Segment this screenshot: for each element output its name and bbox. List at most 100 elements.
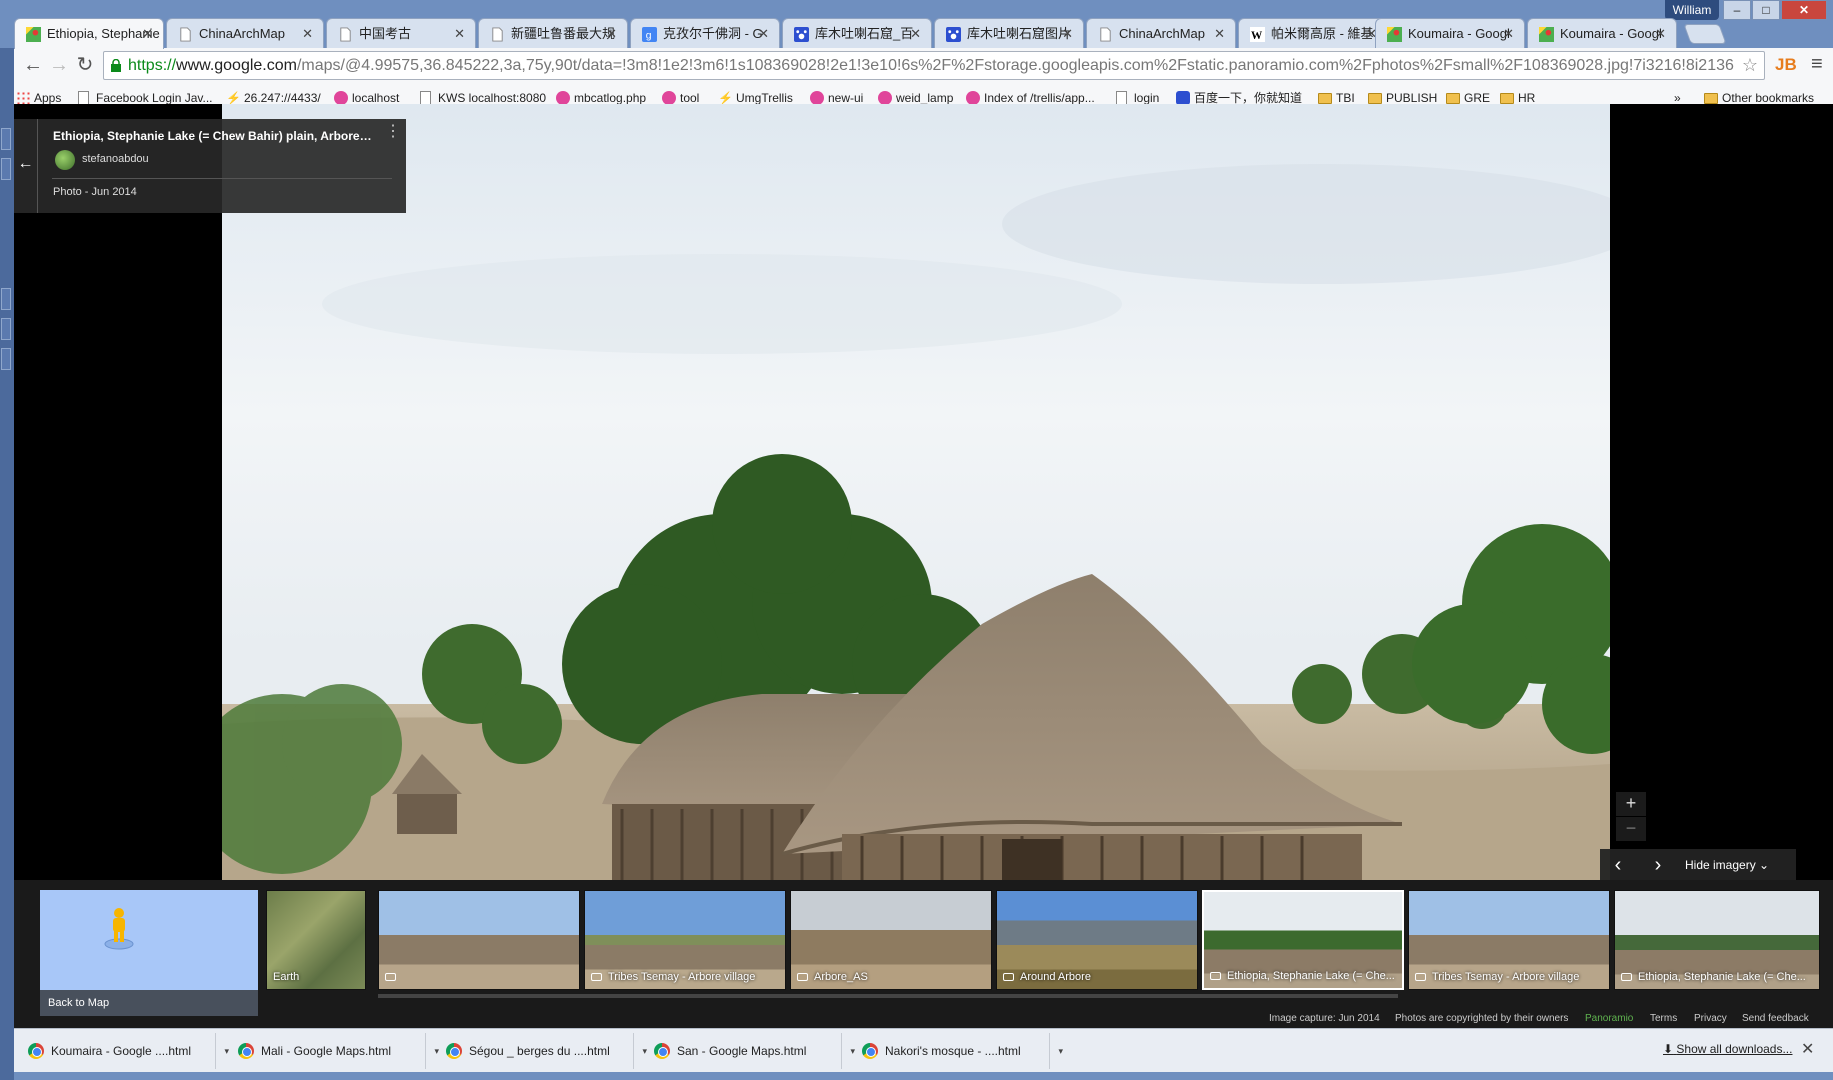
download-filename: San - Google Maps.html [677, 1044, 807, 1058]
extension-jb-button[interactable]: JB [1775, 55, 1797, 75]
bookmark-label: TBI [1336, 91, 1355, 105]
close-icon[interactable]: ✕ [1801, 1039, 1814, 1059]
close-icon[interactable]: ✕ [142, 19, 153, 49]
thumb-label [385, 971, 402, 983]
back-arrow-icon[interactable]: ← [20, 52, 46, 78]
tab-turpan[interactable]: 新疆吐鲁番最大规 ✕ [478, 18, 628, 48]
photo-title[interactable]: Ethiopia, Stephanie Lake (= Chew Bahir) … [53, 129, 373, 143]
filmstrip-item-photo[interactable]: Around Arbore [996, 890, 1198, 990]
tab-ethiopia[interactable]: Ethiopia, Stephanie ✕ [14, 18, 164, 49]
page-icon [1100, 27, 1111, 42]
new-tab-button[interactable] [1683, 24, 1727, 44]
next-photo-button[interactable]: › [1648, 853, 1668, 877]
panoramio-photo[interactable] [222, 104, 1610, 880]
filmstrip-item-earth[interactable]: Earth [266, 890, 366, 990]
filmstrip-item-photo[interactable]: Tribes Tsemay - Arbore village [1408, 890, 1610, 990]
close-icon[interactable]: ✕ [1062, 19, 1073, 48]
thumb-label: Around Arbore [1003, 971, 1091, 983]
photo-author[interactable]: stefanoabdou [82, 153, 149, 165]
author-avatar[interactable] [55, 150, 75, 170]
terms-link[interactable]: Terms [1650, 1013, 1677, 1024]
download-item[interactable]: Mali - Google Maps.html ▾ [230, 1033, 439, 1069]
pink-circle-icon [334, 91, 348, 105]
close-icon[interactable]: ✕ [758, 19, 769, 48]
thumb-label: Tribes Tsemay - Arbore village [1415, 971, 1579, 983]
bookmark-label: Index of /trellis/app... [984, 91, 1095, 105]
hamburger-menu-icon[interactable]: ≡ [1811, 53, 1823, 76]
tab-koumaira-1[interactable]: Koumaira - Googl ✕ [1375, 18, 1525, 48]
back-arrow-icon[interactable]: ← [14, 119, 38, 213]
filmstrip-item-photo[interactable] [378, 890, 580, 990]
filmstrip-scrollbar[interactable] [378, 994, 1398, 998]
download-filename: Nakori's mosque - ....html [885, 1044, 1021, 1058]
filmstrip-item-photo[interactable]: Ethiopia, Stephanie Lake (= Che... [1614, 890, 1820, 990]
send-feedback-link[interactable]: Send feedback [1742, 1013, 1809, 1024]
close-icon[interactable]: ✕ [302, 19, 313, 48]
tab-chinaarchmap-2[interactable]: ChinaArchMap ✕ [1086, 18, 1236, 48]
minimize-button[interactable]: – [1723, 0, 1751, 20]
camera-icon [1003, 973, 1014, 981]
close-icon[interactable]: ✕ [454, 19, 465, 48]
forward-arrow-icon[interactable]: → [46, 52, 72, 78]
filmstrip-item-photo[interactable]: Arbore_AS [790, 890, 992, 990]
thumb-label: Tribes Tsemay - Arbore village [591, 971, 755, 983]
pink-circle-icon [878, 91, 892, 105]
reload-icon[interactable]: ↻ [72, 52, 98, 78]
folder-icon [1446, 93, 1460, 104]
close-icon[interactable]: ✕ [1655, 19, 1666, 48]
folder-icon [1318, 93, 1332, 104]
back-to-map-thumb[interactable]: Back to Map [40, 890, 258, 1016]
close-icon[interactable]: ✕ [1503, 19, 1514, 48]
download-item[interactable]: Ségou _ berges du ....html ▾ [438, 1033, 647, 1069]
close-icon[interactable]: ✕ [1214, 19, 1225, 48]
tab-chinaarchmap[interactable]: ChinaArchMap ✕ [166, 18, 324, 48]
privacy-link[interactable]: Privacy [1694, 1013, 1727, 1024]
divider [52, 178, 392, 179]
thumb-label: Ethiopia, Stephanie Lake (= Che... [1210, 970, 1395, 982]
tab-pamir[interactable]: W 帕米爾高原 - 維基 ✕ [1238, 18, 1388, 48]
tab-kizil[interactable]: g 克孜尔千佛洞 - G ✕ [630, 18, 780, 48]
chevron-down-icon[interactable]: ▾ [1058, 1033, 1063, 1069]
desktop-edge [0, 48, 14, 1080]
thumb-text: Around Arbore [1020, 971, 1091, 983]
bookmark-label: Facebook Login Jav... [96, 91, 213, 105]
tab-label: 库木吐喇石窟_百 [815, 26, 914, 41]
tab-archaeology[interactable]: 中国考古 ✕ [326, 18, 476, 48]
previous-photo-button[interactable]: ‹ [1608, 853, 1628, 877]
tab-kumtura-images[interactable]: 库木吐喇石窟图片 ✕ [934, 18, 1084, 48]
tab-label: Koumaira - Googl [1408, 26, 1510, 41]
close-icon[interactable]: ✕ [606, 19, 617, 48]
pegman-icon [104, 908, 134, 950]
pink-circle-icon [662, 91, 676, 105]
url-domain: www.google.com [176, 57, 297, 74]
download-item[interactable]: San - Google Maps.html ▾ [646, 1033, 855, 1069]
tab-kumtura-baike[interactable]: 库木吐喇石窟_百 ✕ [782, 18, 932, 48]
page-icon [492, 27, 503, 42]
panoramio-logo[interactable]: Panoramio [1585, 1013, 1633, 1024]
desktop-edge-widget [1, 348, 11, 370]
address-bar[interactable]: https://www.google.com/maps/@4.99575,36.… [103, 51, 1765, 80]
maps-icon [1539, 27, 1554, 42]
chevron-down-icon[interactable]: ▾ [224, 1033, 229, 1069]
download-item[interactable]: Koumaira - Google ....html ▾ [20, 1033, 229, 1069]
hide-imagery-button[interactable]: Hide imagery ⌄ [1685, 858, 1769, 872]
tab-strip: Ethiopia, Stephanie ✕ ChinaArchMap ✕ 中国考… [14, 18, 1833, 49]
zoom-in-button[interactable]: + [1616, 792, 1646, 816]
profile-badge[interactable]: William [1665, 0, 1719, 20]
maximize-button[interactable]: □ [1752, 0, 1780, 20]
thumb-text: Earth [273, 971, 300, 983]
close-window-button[interactable]: ✕ [1781, 0, 1827, 20]
more-options-icon[interactable]: ⋮ [385, 124, 401, 140]
apps-grid-icon [16, 91, 30, 105]
download-item[interactable]: Nakori's mosque - ....html ▾ [854, 1033, 1063, 1069]
tab-koumaira-2[interactable]: Koumaira - Googl ✕ [1527, 18, 1677, 48]
imagery-filmstrip: Back to Map Earth Tribes Tsemay - Arbore… [14, 880, 1833, 1028]
close-icon[interactable]: ✕ [910, 19, 921, 48]
show-all-downloads-link[interactable]: ⬇ Show all downloads... [1663, 1042, 1792, 1056]
bookmark-label: localhost [352, 91, 400, 105]
camera-icon [797, 973, 808, 981]
bookmark-star-icon[interactable]: ☆ [1742, 55, 1758, 76]
filmstrip-item-photo[interactable]: Tribes Tsemay - Arbore village [584, 890, 786, 990]
zoom-out-button[interactable]: − [1616, 817, 1646, 841]
filmstrip-item-photo-selected[interactable]: Ethiopia, Stephanie Lake (= Che... [1202, 890, 1404, 990]
